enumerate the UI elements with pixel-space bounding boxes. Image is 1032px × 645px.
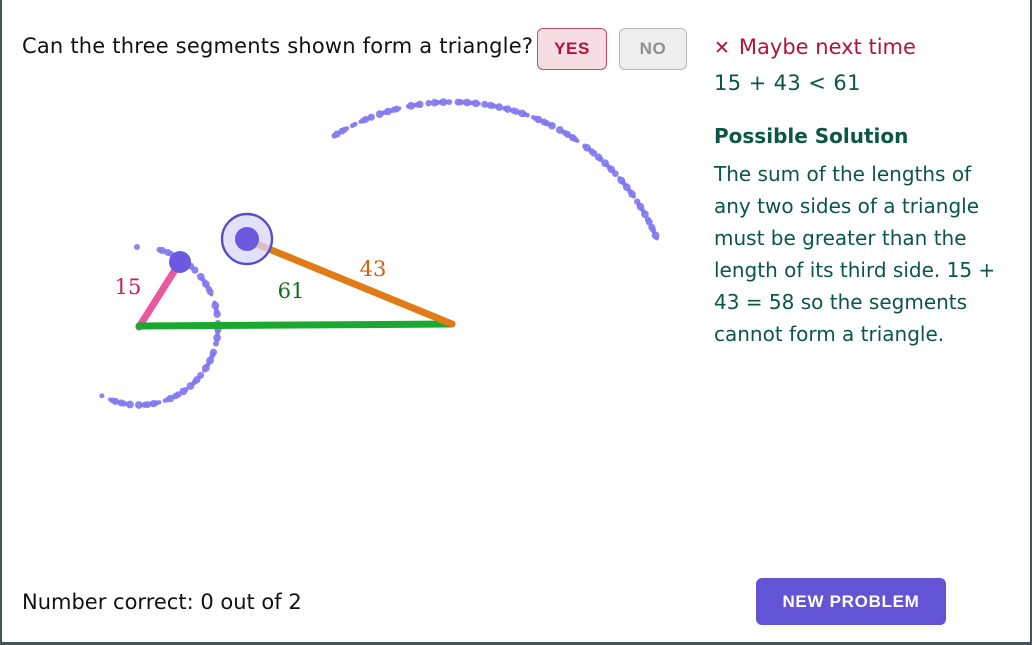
arc-dot xyxy=(107,397,113,402)
green-segment-length-label: 61 xyxy=(278,279,305,303)
handle-dot[interactable] xyxy=(235,227,259,251)
arc-dot xyxy=(99,393,105,399)
feedback-panel: ✕ Maybe next time 15 + 43 < 61 Possible … xyxy=(714,35,1014,350)
verdict-inequality: 15 + 43 < 61 xyxy=(714,71,861,96)
geometry-figure[interactable]: 15 61 43 xyxy=(2,80,702,480)
arc-dot xyxy=(525,113,530,118)
pink-segment[interactable] xyxy=(135,258,184,331)
arc-dot xyxy=(191,266,199,274)
green-segment[interactable] xyxy=(135,320,456,330)
answer-yes-button[interactable]: YES xyxy=(537,28,607,70)
pink-endpoint-handle[interactable] xyxy=(169,251,191,273)
verdict-text: Maybe next time xyxy=(738,35,916,59)
arc-dot xyxy=(416,100,424,109)
arc-dot xyxy=(495,103,504,111)
answer-no-button[interactable]: NO xyxy=(619,28,687,70)
arc-dot xyxy=(476,101,481,106)
arc-dot xyxy=(135,401,143,409)
new-problem-button[interactable]: NEW PROBLEM xyxy=(756,578,946,625)
orange-segment-length-label: 43 xyxy=(360,257,387,281)
arc-dot xyxy=(612,170,619,178)
verdict-line: ✕ Maybe next time xyxy=(714,35,1014,59)
arc-dot xyxy=(397,106,402,111)
handle-dot[interactable] xyxy=(169,251,191,273)
cross-mark-icon: ✕ xyxy=(714,37,730,59)
arc-dot xyxy=(345,126,350,131)
arc-dot xyxy=(213,310,221,319)
arc-dot xyxy=(654,235,660,241)
solution-body: The sum of the lengths of any two sides … xyxy=(714,162,996,347)
large-compass-arc xyxy=(331,98,660,241)
pink-segment-length-label: 15 xyxy=(115,275,142,299)
arc-dot xyxy=(446,99,453,105)
arc-dot xyxy=(575,138,580,143)
arc-dot xyxy=(352,121,358,127)
orange-endpoint-handle[interactable] xyxy=(220,212,274,266)
arc-dot xyxy=(209,292,214,297)
arc-dot xyxy=(367,113,375,121)
solution-heading: Possible Solution xyxy=(714,124,909,149)
arc-dot xyxy=(631,194,636,199)
arc-dot xyxy=(548,121,556,130)
arc-dot xyxy=(202,368,207,373)
arc-dot xyxy=(213,340,219,347)
question-prompt: Can the three segments shown form a tria… xyxy=(22,34,534,58)
score-status: Number correct: 0 out of 2 xyxy=(22,590,302,614)
triangle-inequality-applet: Can the three segments shown form a tria… xyxy=(0,0,1032,645)
arc-dot xyxy=(134,244,140,250)
arc-dot xyxy=(162,398,168,403)
handle-layer[interactable] xyxy=(169,212,274,273)
figure-canvas[interactable]: 15 61 43 xyxy=(2,80,702,480)
